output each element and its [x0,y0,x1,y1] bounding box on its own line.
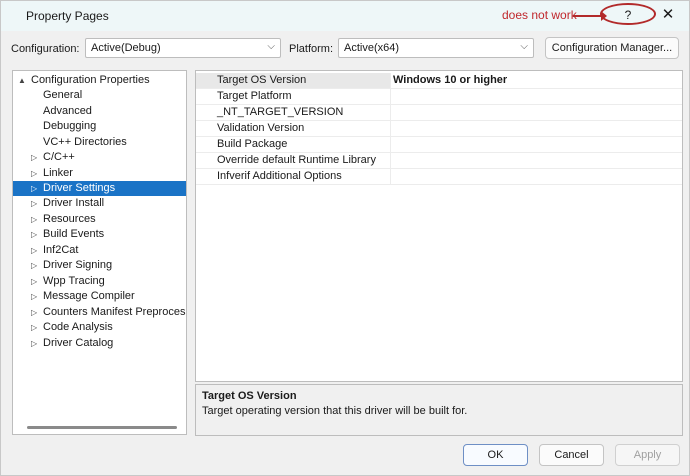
configuration-tree[interactable]: ▲ Configuration Properties General Advan… [12,70,187,435]
configuration-select[interactable]: Active(Debug) ⌵ [85,38,281,58]
tree-item-linker[interactable]: ▷ Linker [13,166,186,181]
tree-item-label: Configuration Properties [31,74,150,86]
tree-item-label: Code Analysis [43,321,113,333]
property-row[interactable]: Validation Version [196,121,682,137]
platform-value: Active(x64) [344,42,400,54]
tree-item-inf2cat[interactable]: ▷ Inf2Cat [13,243,186,258]
property-value[interactable]: Windows 10 or higher [393,73,507,88]
property-pages-dialog: Property Pages does not work ? ✕ Configu… [0,0,690,476]
tree-item-code-analysis[interactable]: ▷ Code Analysis [13,320,186,335]
expand-arrow-icon[interactable]: ▷ [31,150,37,165]
tree-item-label: C/C++ [43,151,75,163]
tree-item-general[interactable]: General [13,88,186,103]
tree-item-label: Linker [43,167,73,179]
property-name: Validation Version [196,121,391,136]
expand-arrow-icon[interactable]: ▷ [31,289,37,304]
property-name: _NT_TARGET_VERSION [196,105,391,120]
expand-arrow-icon[interactable]: ▷ [31,258,37,273]
tree-item-label: Wpp Tracing [43,275,105,287]
expand-arrow-icon[interactable]: ▷ [31,274,37,289]
description-title: Target OS Version [202,390,297,402]
expand-arrow-icon[interactable]: ▷ [31,181,37,196]
tree-item-counters-manifest-preprocessor[interactable]: ▷ Counters Manifest Preprocesso [13,305,186,320]
tree-item-vc-directories[interactable]: VC++ Directories [13,135,186,150]
tree-item-label: General [43,89,83,101]
ok-button[interactable]: OK [463,444,528,466]
tree-item-debugging[interactable]: Debugging [13,119,186,134]
expand-arrow-icon[interactable]: ▷ [31,320,37,335]
annotation-text: does not work [502,8,577,22]
property-row[interactable]: Override default Runtime Library [196,153,682,169]
tree-item-resources[interactable]: ▷ Resources [13,212,186,227]
tree-item-label: Counters Manifest Preprocesso [43,306,187,318]
cancel-button[interactable]: Cancel [539,444,604,466]
tree-item-driver-settings[interactable]: ▷ Driver Settings [13,181,186,196]
tree-item-label: Driver Install [43,197,105,209]
tree-item-message-compiler[interactable]: ▷ Message Compiler [13,289,186,304]
property-row[interactable]: _NT_TARGET_VERSION [196,105,682,121]
apply-button[interactable]: Apply [615,444,680,466]
configuration-manager-button[interactable]: Configuration Manager... [545,37,679,59]
tree-item-label: Driver Signing [43,259,113,271]
expand-arrow-icon[interactable]: ▷ [31,166,37,181]
expand-arrow-icon[interactable]: ▷ [31,243,37,258]
configuration-value: Active(Debug) [91,42,161,54]
horizontal-scrollbar[interactable] [27,426,177,429]
tree-item-c-cpp[interactable]: ▷ C/C++ [13,150,186,165]
chevron-down-icon: ⌵ [267,41,275,52]
expand-arrow-icon[interactable]: ▷ [31,227,37,242]
tree-item-label: Inf2Cat [43,244,79,256]
help-button[interactable]: ? [619,7,637,23]
property-name: Override default Runtime Library [196,153,391,168]
property-name: Target OS Version [196,73,391,88]
expand-arrow-icon[interactable]: ▷ [31,212,37,227]
tree-item-advanced[interactable]: Advanced [13,104,186,119]
expand-arrow-icon[interactable]: ▷ [31,305,37,320]
platform-select[interactable]: Active(x64) ⌵ [338,38,534,58]
window-title: Property Pages [26,9,109,23]
platform-label: Platform: [289,43,334,55]
property-name: Infverif Additional Options [196,169,391,184]
annotation-arrow [573,11,607,21]
tree-item-driver-install[interactable]: ▷ Driver Install [13,196,186,211]
tree-item-wpp-tracing[interactable]: ▷ Wpp Tracing [13,274,186,289]
tree-item-driver-catalog[interactable]: ▷ Driver Catalog [13,336,186,351]
tree-item-label: Resources [43,213,96,225]
tree-item-label: Build Events [43,228,105,240]
expand-arrow-icon[interactable]: ▷ [31,196,37,211]
description-text: Target operating version that this drive… [202,405,468,417]
property-row[interactable]: Target Platform [196,89,682,105]
title-bar: Property Pages does not work ? ✕ [1,1,689,31]
property-row[interactable]: Build Package [196,137,682,153]
tree-item-configuration-properties[interactable]: ▲ Configuration Properties [13,73,186,88]
tree-item-build-events[interactable]: ▷ Build Events [13,227,186,242]
tree-item-label: Debugging [43,120,97,132]
tree-item-label: VC++ Directories [43,136,127,148]
chevron-down-icon: ⌵ [520,41,528,52]
tree-item-label: Driver Settings [43,182,116,194]
property-row[interactable]: Target OS Version Windows 10 or higher [196,73,682,89]
property-name: Build Package [196,137,391,152]
expand-arrow-icon[interactable]: ▷ [31,336,37,351]
property-row[interactable]: Infverif Additional Options [196,169,682,185]
tree-item-label: Driver Catalog [43,337,114,349]
property-name: Target Platform [196,89,391,104]
property-grid[interactable]: Target OS Version Windows 10 or higher T… [195,70,683,382]
tree-item-label: Advanced [43,105,92,117]
close-button[interactable]: ✕ [659,7,677,23]
tree-item-label: Message Compiler [43,290,135,302]
collapse-arrow-icon[interactable]: ▲ [18,73,26,88]
description-panel: Target OS Version Target operating versi… [195,384,683,436]
tree-item-driver-signing[interactable]: ▷ Driver Signing [13,258,186,273]
configuration-label: Configuration: [11,43,80,55]
